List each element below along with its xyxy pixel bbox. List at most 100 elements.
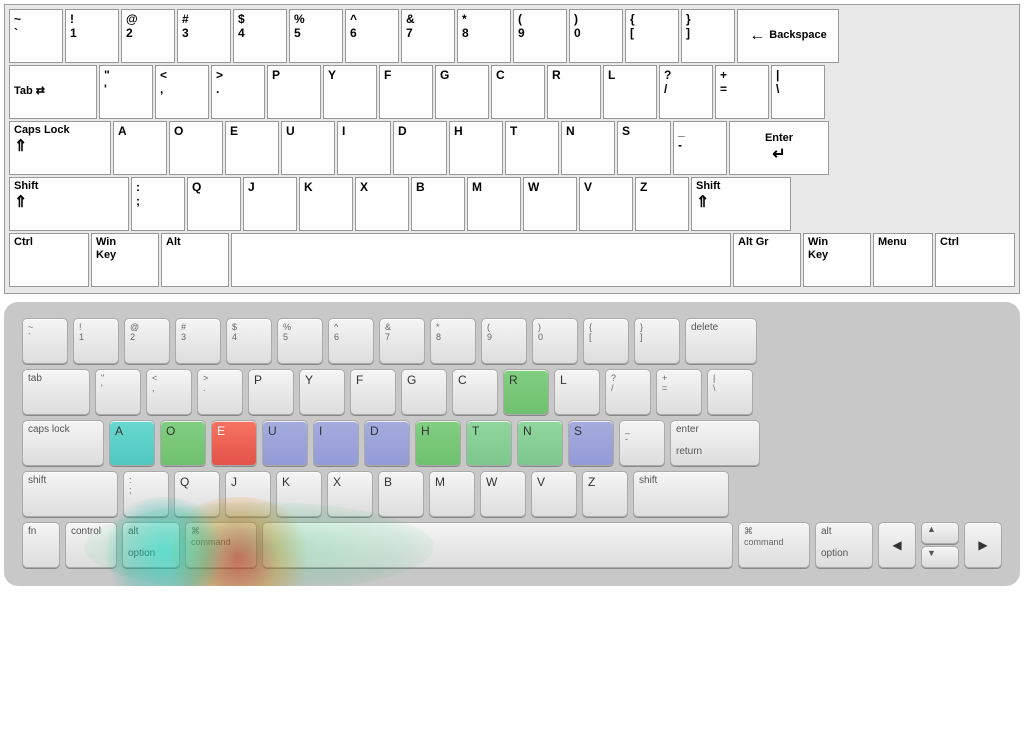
mac-key-arrow-up[interactable]: ▲ [921, 522, 959, 544]
mac-key-x[interactable]: X [327, 471, 373, 517]
mac-key-e[interactable]: E [211, 420, 257, 466]
mac-key-2[interactable]: @2 [124, 318, 170, 364]
mac-key-o[interactable]: O [160, 420, 206, 466]
key-k[interactable]: K [299, 177, 353, 231]
key-win-right[interactable]: WinKey [803, 233, 871, 287]
mac-key-g[interactable]: G [401, 369, 447, 415]
key-colon[interactable]: :; [131, 177, 185, 231]
key-4[interactable]: $4 [233, 9, 287, 63]
mac-key-y[interactable]: Y [299, 369, 345, 415]
mac-key-alt-left[interactable]: altoption [122, 522, 180, 568]
mac-key-9[interactable]: (9 [481, 318, 527, 364]
key-lbracket[interactable]: {[ [625, 9, 679, 63]
mac-key-z[interactable]: Z [582, 471, 628, 517]
mac-key-4[interactable]: $4 [226, 318, 272, 364]
key-f[interactable]: F [379, 65, 433, 119]
key-shift-left[interactable]: Shift ⇑ [9, 177, 129, 231]
key-quote[interactable]: "' [99, 65, 153, 119]
mac-key-r[interactable]: R [503, 369, 549, 415]
key-tab[interactable]: Tab ⇄ [9, 65, 97, 119]
mac-key-cmd-right[interactable]: ⌘command [738, 522, 810, 568]
mac-key-v[interactable]: V [531, 471, 577, 517]
key-n[interactable]: N [561, 121, 615, 175]
mac-key-question[interactable]: ?/ [605, 369, 651, 415]
mac-key-l[interactable]: L [554, 369, 600, 415]
mac-key-lbrace[interactable]: {[ [583, 318, 629, 364]
key-o[interactable]: O [169, 121, 223, 175]
mac-key-w[interactable]: W [480, 471, 526, 517]
key-p[interactable]: P [267, 65, 321, 119]
key-d[interactable]: D [393, 121, 447, 175]
mac-key-h[interactable]: H [415, 420, 461, 466]
mac-key-0[interactable]: )0 [532, 318, 578, 364]
mac-key-space[interactable] [262, 522, 733, 568]
key-gt[interactable]: >. [211, 65, 265, 119]
mac-key-gt[interactable]: >. [197, 369, 243, 415]
key-backslash[interactable]: |\ [771, 65, 825, 119]
mac-key-p[interactable]: P [248, 369, 294, 415]
mac-key-7[interactable]: &7 [379, 318, 425, 364]
key-m[interactable]: M [467, 177, 521, 231]
key-lt[interactable]: <, [155, 65, 209, 119]
mac-key-d[interactable]: D [364, 420, 410, 466]
mac-key-b[interactable]: B [378, 471, 424, 517]
mac-key-5[interactable]: %5 [277, 318, 323, 364]
mac-key-8[interactable]: *8 [430, 318, 476, 364]
mac-key-enter[interactable]: enterreturn [670, 420, 760, 466]
mac-key-arrow-right[interactable]: ▶ [964, 522, 1002, 568]
key-y[interactable]: Y [323, 65, 377, 119]
key-x[interactable]: X [355, 177, 409, 231]
key-b[interactable]: B [411, 177, 465, 231]
key-altgr[interactable]: Alt Gr [733, 233, 801, 287]
key-i[interactable]: I [337, 121, 391, 175]
mac-key-f[interactable]: F [350, 369, 396, 415]
key-7[interactable]: &7 [401, 9, 455, 63]
key-w[interactable]: W [523, 177, 577, 231]
key-t[interactable]: T [505, 121, 559, 175]
mac-key-lt[interactable]: <, [146, 369, 192, 415]
mac-key-i[interactable]: I [313, 420, 359, 466]
key-a[interactable]: A [113, 121, 167, 175]
key-ctrl-left[interactable]: Ctrl [9, 233, 89, 287]
key-space[interactable] [231, 233, 731, 287]
mac-key-1[interactable]: !1 [73, 318, 119, 364]
mac-key-alt-right[interactable]: altoption [815, 522, 873, 568]
key-menu[interactable]: Menu [873, 233, 933, 287]
key-g[interactable]: G [435, 65, 489, 119]
mac-key-shift-left[interactable]: shift [22, 471, 118, 517]
key-win-left[interactable]: WinKey [91, 233, 159, 287]
key-alt-left[interactable]: Alt [161, 233, 229, 287]
mac-key-a[interactable]: A [109, 420, 155, 466]
key-0[interactable]: )0 [569, 9, 623, 63]
key-8[interactable]: *8 [457, 9, 511, 63]
mac-key-q[interactable]: Q [174, 471, 220, 517]
key-5[interactable]: %5 [289, 9, 343, 63]
key-plus[interactable]: += [715, 65, 769, 119]
mac-key-6[interactable]: ^6 [328, 318, 374, 364]
mac-key-tab[interactable]: tab [22, 369, 90, 415]
key-z[interactable]: Z [635, 177, 689, 231]
mac-key-capslock[interactable]: caps lock [22, 420, 104, 466]
mac-key-n[interactable]: N [517, 420, 563, 466]
key-l[interactable]: L [603, 65, 657, 119]
key-h[interactable]: H [449, 121, 503, 175]
mac-key-delete[interactable]: delete [685, 318, 757, 364]
mac-key-s[interactable]: S [568, 420, 614, 466]
mac-key-m[interactable]: M [429, 471, 475, 517]
key-r[interactable]: R [547, 65, 601, 119]
key-rbracket[interactable]: }] [681, 9, 735, 63]
mac-key-arrow-down[interactable]: ▼ [921, 546, 959, 568]
key-q[interactable]: Q [187, 177, 241, 231]
mac-key-c[interactable]: C [452, 369, 498, 415]
mac-key-plus[interactable]: += [656, 369, 702, 415]
key-shift-right[interactable]: Shift ⇑ [691, 177, 791, 231]
key-j[interactable]: J [243, 177, 297, 231]
mac-key-shift-right[interactable]: shift [633, 471, 729, 517]
mac-key-backslash[interactable]: |\ [707, 369, 753, 415]
mac-key-k[interactable]: K [276, 471, 322, 517]
key-2[interactable]: @2 [121, 9, 175, 63]
key-backspace[interactable]: ← Backspace [737, 9, 839, 63]
mac-key-j[interactable]: J [225, 471, 271, 517]
key-9[interactable]: (9 [513, 9, 567, 63]
mac-key-3[interactable]: #3 [175, 318, 221, 364]
